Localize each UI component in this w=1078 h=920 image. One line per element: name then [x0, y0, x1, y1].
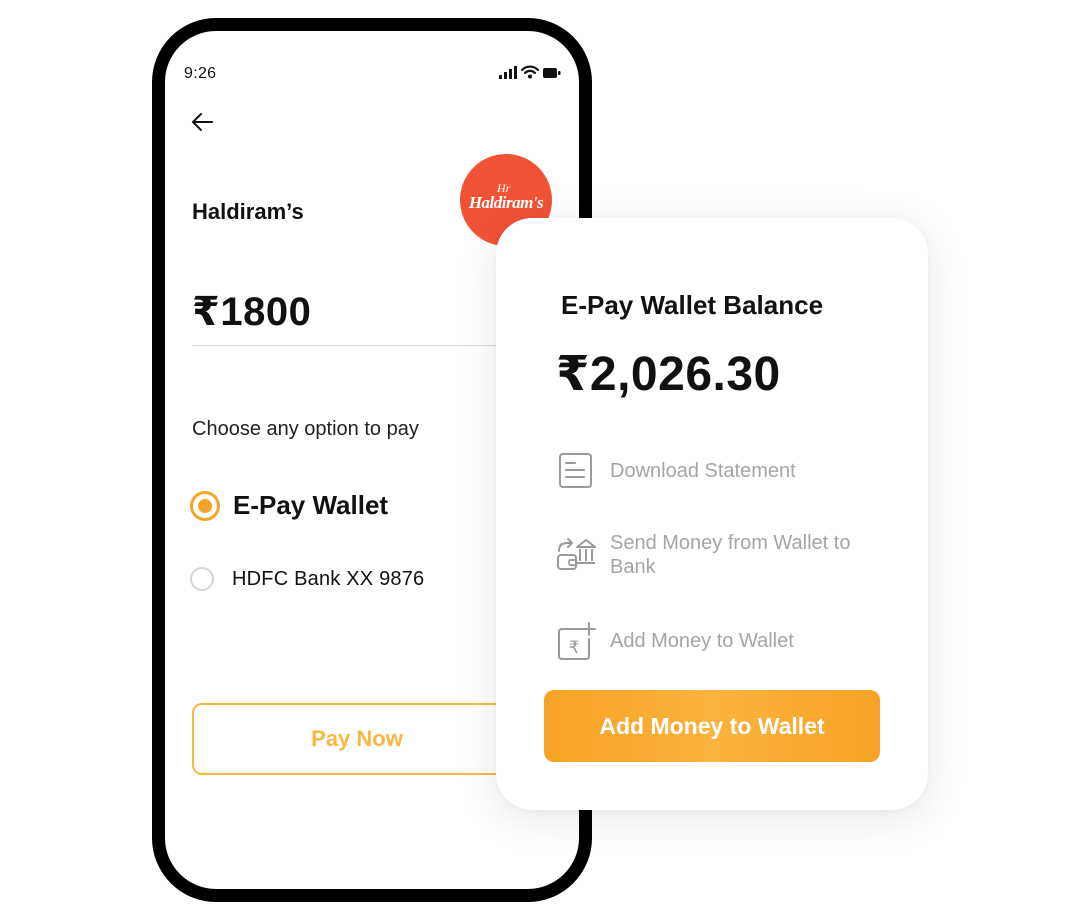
action-label: Add Money to Wallet [610, 630, 794, 652]
download-statement-action[interactable]: Download Statement [556, 451, 880, 491]
radio-selected[interactable] [190, 490, 220, 521]
add-money-to-wallet-button[interactable]: Add Money to Wallet [544, 690, 880, 762]
add-money-action[interactable]: ₹ Add Money to Wallet [556, 621, 880, 661]
wallet-balance: ₹2,026.30 [556, 348, 781, 401]
amount-divider [192, 345, 522, 346]
payment-option-hdfc-bank[interactable]: HDFC Bank XX 9876 [190, 567, 424, 591]
status-icons [499, 65, 561, 79]
wifi-icon [521, 65, 539, 79]
signal-icon [499, 66, 517, 79]
action-label: Send Money from Wallet to Bank [610, 532, 851, 578]
battery-icon [543, 68, 561, 78]
back-arrow-icon[interactable] [189, 109, 215, 135]
radio-unselected[interactable] [190, 567, 214, 591]
send-money-to-bank-action[interactable]: Send Money from Wallet to Bank [556, 531, 880, 579]
wallet-balance-card: E-Pay Wallet Balance ₹2,026.30 Download … [496, 218, 928, 810]
statement-icon [559, 453, 592, 488]
merchant-logo-text: Haldiram's [468, 193, 544, 212]
payment-option-label: E-Pay Wallet [233, 490, 389, 520]
payment-option-epay-wallet[interactable]: E-Pay Wallet [190, 490, 388, 521]
status-bar: 9:26 [165, 31, 579, 91]
wallet-card-title: E-Pay Wallet Balance [561, 290, 824, 320]
svg-text:₹: ₹ [569, 638, 580, 658]
add-rupee-icon: ₹ [558, 622, 596, 660]
payment-option-label: HDFC Bank XX 9876 [232, 567, 425, 590]
payment-prompt: Choose any option to pay [192, 418, 419, 440]
status-time: 9:26 [184, 65, 217, 82]
merchant-name: Haldiram’s [192, 199, 304, 224]
payment-amount: ₹1800 [192, 290, 312, 334]
action-label: Download Statement [610, 460, 796, 482]
wallet-to-bank-icon [557, 538, 596, 570]
logo-emblem-icon: Hr [497, 181, 511, 195]
